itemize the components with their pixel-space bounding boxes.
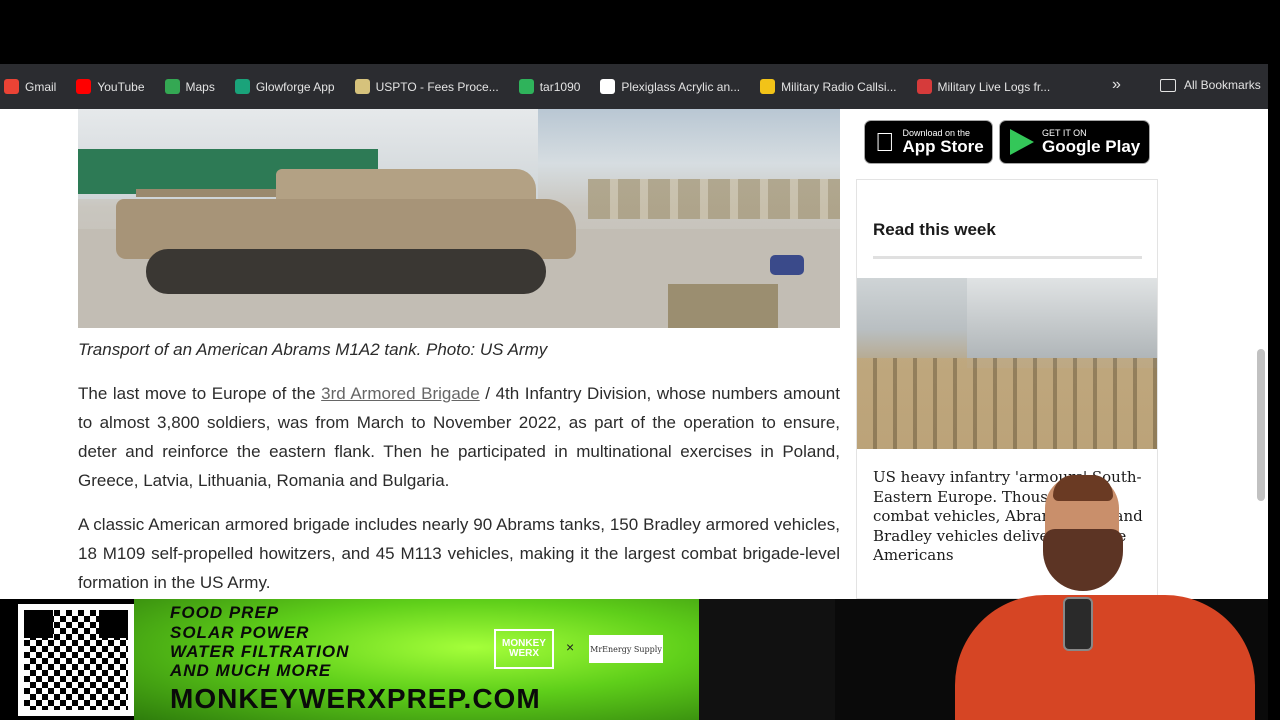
qr-code: [18, 604, 134, 716]
bookmark-label: Military Live Logs fr...: [937, 79, 1051, 94]
folder-icon: [1160, 78, 1176, 92]
all-bookmarks-label: All Bookmarks: [1184, 78, 1261, 92]
maps-icon: [164, 79, 180, 94]
paragraph-text: The last move to Europe of the: [78, 384, 322, 403]
google-play-button[interactable]: GET IT ON Google Play: [999, 120, 1150, 164]
google-play-label: Google Play: [1042, 137, 1141, 156]
article-paragraph-1: The last move to Europe of the 3rd Armor…: [78, 379, 840, 495]
ad-url: MONKEYWERXPREP.COM: [170, 683, 541, 714]
bookmark-label: USPTO - Fees Proce...: [375, 79, 499, 94]
app-badges:  Download on the App Store GET IT ON Go…: [864, 120, 1150, 164]
bookmark-item[interactable]: USPTO - Fees Proce...: [354, 79, 499, 94]
ad-line-3: WATER FILTRATION: [170, 642, 350, 661]
sponsor-banner: FOOD PREP SOLAR POWER WATER FILTRATION A…: [0, 599, 835, 720]
bookmark-item[interactable]: YouTube: [76, 79, 145, 94]
bookmark-item[interactable]: Gmail: [4, 79, 56, 94]
bookmark-label: Military Radio Callsi...: [781, 79, 897, 94]
gmail-icon: [4, 79, 19, 94]
bookmark-label: Plexiglass Acrylic an...: [621, 79, 741, 94]
youtube-icon: [76, 79, 92, 94]
all-bookmarks-button[interactable]: All Bookmarks: [1160, 78, 1261, 92]
more-bookmarks-button[interactable]: »: [1112, 76, 1121, 94]
bookmark-label: YouTube: [97, 79, 145, 94]
esp-icon: [600, 79, 616, 94]
story-thumbnail[interactable]: [857, 278, 1157, 449]
bookmark-item[interactable]: tar1090: [518, 79, 581, 94]
presenter-webcam: [835, 455, 1268, 720]
google-play-icon: [1010, 129, 1034, 155]
ad-separator: ×: [566, 639, 575, 655]
armored-brigade-link[interactable]: 3rd Armored Brigade: [321, 384, 480, 403]
sponsor-logo: MrEnergy Supply: [589, 635, 663, 663]
bookmark-label: Gmail: [25, 79, 57, 94]
monkeywerx-logo: MONKEY WERX: [494, 629, 554, 669]
divider: [873, 256, 1142, 259]
bookmark-icon: [760, 79, 776, 94]
image-caption: Transport of an American Abrams M1A2 tan…: [78, 340, 548, 359]
app-store-button[interactable]:  Download on the App Store: [864, 120, 993, 164]
bookmark-item[interactable]: Maps: [164, 79, 215, 94]
bookmark-label: tar1090: [539, 79, 581, 94]
widget-title: Read this week: [873, 220, 996, 239]
ad-dark-panel: [699, 599, 835, 720]
bookmark-label: Maps: [185, 79, 215, 94]
bookmark-item[interactable]: Plexiglass Acrylic an...: [600, 79, 740, 94]
apple-icon: : [875, 127, 895, 158]
shield-icon: [916, 79, 932, 94]
glowforge-icon: [234, 79, 250, 94]
bookmark-item[interactable]: Glowforge App: [234, 79, 335, 94]
bookmark-item[interactable]: Military Radio Callsi...: [760, 79, 897, 94]
ad-line-4: AND MUCH MORE: [170, 661, 332, 680]
bookmark-item[interactable]: Military Live Logs fr...: [916, 79, 1051, 94]
article-hero-image: [78, 109, 840, 328]
ad-line-2: SOLAR POWER: [170, 623, 310, 642]
bookmark-label: Glowforge App: [255, 79, 335, 94]
bookmarks-bar: Gmail YouTube Maps Glowforge App USPTO - Fee…: [0, 64, 1268, 109]
article-paragraph-2: A classic American armored brigade inclu…: [78, 515, 840, 592]
ad-panel: FOOD PREP SOLAR POWER WATER FILTRATION A…: [134, 599, 699, 720]
tar1090-icon: [518, 79, 534, 94]
uspto-icon: [354, 79, 370, 94]
app-store-label: App Store: [883, 137, 984, 156]
microphone-icon: [1063, 597, 1093, 651]
ad-line-1: FOOD PREP: [170, 603, 280, 622]
